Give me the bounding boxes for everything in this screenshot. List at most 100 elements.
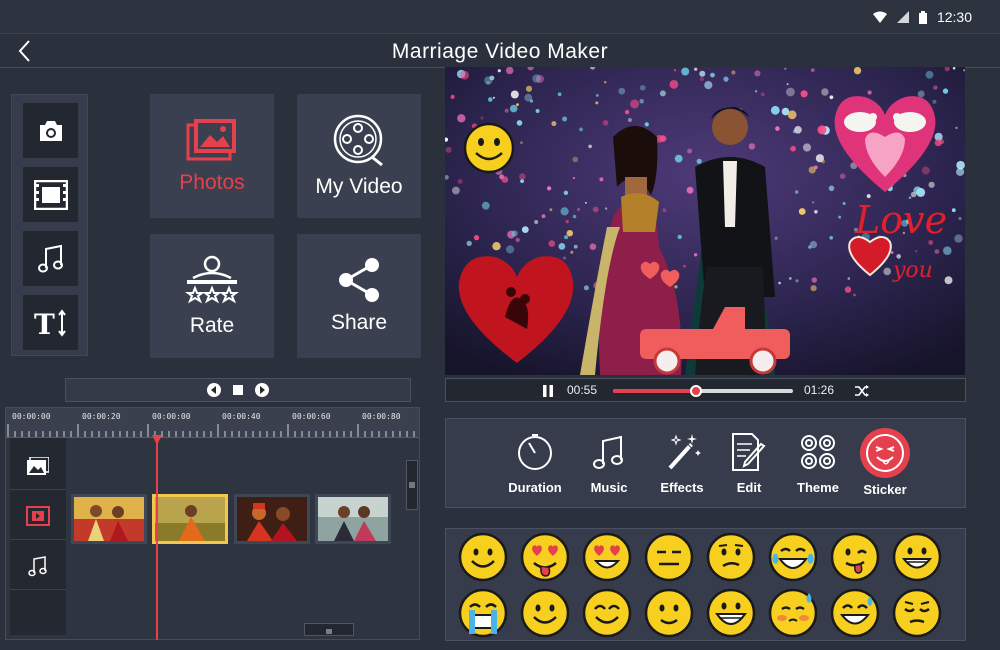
love-sticker-text: Love	[854, 198, 947, 242]
music-track-icon	[28, 555, 47, 576]
sticker-panel	[445, 528, 966, 641]
bokeh-light	[589, 243, 597, 250]
heart-eyes-tongue-emoji-icon[interactable]	[520, 532, 570, 582]
sticker-button[interactable]: Sticker	[850, 427, 920, 497]
bokeh-light	[509, 104, 518, 113]
bokeh-light	[535, 74, 545, 84]
bokeh-light	[639, 98, 644, 104]
bokeh-light	[480, 116, 484, 120]
bokeh-light	[955, 126, 958, 130]
music-icon	[37, 244, 63, 272]
theme-button[interactable]: Theme	[783, 431, 853, 501]
blushing-sweat-emoji-icon[interactable]	[768, 588, 818, 638]
bokeh-light	[473, 235, 480, 241]
music-button[interactable]	[23, 231, 78, 286]
bokeh-light	[789, 277, 792, 280]
bokeh-light	[838, 215, 842, 219]
seek-bar[interactable]	[613, 385, 793, 397]
timeline-clip[interactable]	[71, 494, 147, 544]
camera-icon	[39, 120, 62, 141]
timeline-clip[interactable]	[234, 494, 310, 544]
big-grin-emoji-icon[interactable]	[706, 588, 756, 638]
bokeh-light	[595, 94, 599, 97]
bokeh-light	[562, 256, 567, 260]
video-track-button[interactable]	[10, 492, 66, 540]
confused-emoji-icon[interactable]	[706, 532, 756, 582]
bokeh-light	[933, 85, 938, 90]
bokeh-light	[595, 101, 599, 105]
music-track-button[interactable]	[10, 542, 66, 590]
bokeh-light	[944, 276, 953, 285]
bokeh-light	[748, 143, 756, 150]
bokeh-light	[558, 243, 566, 250]
music-edit-button[interactable]: Music	[574, 431, 644, 501]
wink-tongue-emoji-icon[interactable]	[830, 532, 880, 582]
bokeh-light	[754, 70, 761, 77]
bokeh-light	[505, 67, 514, 75]
bokeh-light	[847, 277, 851, 280]
bokeh-light	[604, 207, 608, 210]
my-video-tile[interactable]: My Video	[297, 94, 421, 218]
wifi-icon	[872, 11, 887, 23]
crying-emoji-icon[interactable]	[458, 588, 508, 638]
grip-icon	[409, 482, 415, 488]
photos-tile[interactable]: Photos	[150, 94, 274, 218]
bokeh-light	[510, 90, 519, 99]
bokeh-light	[934, 139, 942, 147]
bokeh-light	[775, 126, 780, 131]
horizontal-scrollbar[interactable]	[304, 623, 354, 636]
duration-button[interactable]: Duration	[500, 431, 570, 501]
edit-button[interactable]: Edit	[714, 431, 784, 501]
relieved-emoji-icon[interactable]	[892, 588, 942, 638]
share-tile[interactable]: Share	[297, 234, 421, 358]
bokeh-light	[829, 95, 834, 100]
film-button[interactable]	[23, 167, 78, 222]
smile-emoji-icon[interactable]	[458, 532, 508, 582]
neutral-emoji-icon[interactable]	[644, 532, 694, 582]
grin-emoji-icon[interactable]	[892, 532, 942, 582]
track-icon-column	[10, 438, 66, 635]
video-preview[interactable]: Love you	[445, 67, 965, 375]
seek-progress	[613, 389, 696, 393]
theme-grid-icon	[801, 435, 835, 469]
clip-thumbnail	[74, 497, 144, 541]
photos-icon	[186, 119, 236, 161]
bokeh-light	[579, 127, 583, 132]
svg-text:T: T	[34, 308, 55, 338]
prev-button-icon[interactable]	[206, 382, 222, 398]
bokeh-light	[787, 110, 797, 120]
happy-closed-eyes-emoji-icon[interactable]	[582, 588, 632, 638]
bokeh-light	[548, 240, 556, 247]
image-track-button[interactable]	[10, 442, 66, 490]
seek-thumb[interactable]	[689, 385, 702, 397]
grin-sweat-emoji-icon[interactable]	[830, 588, 880, 638]
timeline-clip-selected[interactable]	[152, 494, 228, 544]
timeline-ruler[interactable]: 00:00:00 00:00:20 00:00:00 00:00:40 00:0…	[6, 408, 419, 438]
bokeh-light	[445, 146, 452, 153]
timeline-clip[interactable]	[315, 494, 391, 544]
timeline[interactable]: 00:00:00 00:00:20 00:00:00 00:00:40 00:0…	[5, 407, 420, 640]
stop-button-icon[interactable]	[232, 384, 244, 396]
bokeh-light	[790, 145, 796, 152]
ruler-label: 00:00:00	[152, 412, 191, 421]
pause-icon[interactable]	[541, 384, 555, 398]
ruler-label: 00:00:80	[362, 412, 401, 421]
vertical-scrollbar[interactable]	[406, 460, 418, 510]
playhead[interactable]	[156, 436, 158, 640]
heart-eyes-emoji-icon[interactable]	[582, 532, 632, 582]
my-video-label: My Video	[315, 175, 403, 198]
text-button[interactable]: T	[23, 295, 78, 350]
tears-of-joy-emoji-icon[interactable]	[768, 532, 818, 582]
music-note-icon	[593, 435, 623, 469]
slight-smile-emoji-icon[interactable]	[644, 588, 694, 638]
shuffle-icon[interactable]	[854, 384, 870, 398]
bokeh-light	[942, 88, 949, 94]
bokeh-light	[770, 105, 780, 115]
status-time: 12:30	[936, 9, 972, 25]
effects-button[interactable]: Effects	[647, 431, 717, 501]
camera-button[interactable]	[23, 103, 78, 158]
rate-tile[interactable]: Rate	[150, 234, 274, 358]
next-button-icon[interactable]	[254, 382, 270, 398]
sticker-face-icon	[860, 428, 910, 478]
smile-emoji-icon[interactable]	[520, 588, 570, 638]
